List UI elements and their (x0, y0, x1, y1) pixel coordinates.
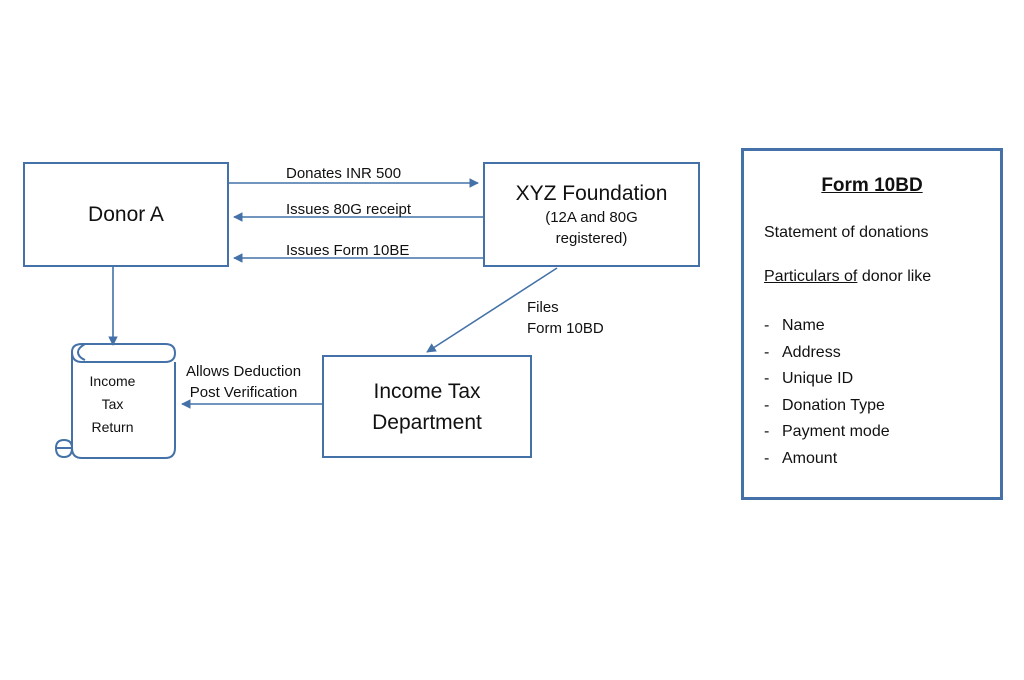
edge-label-donates: Donates INR 500 (286, 165, 402, 182)
list-dash: - (764, 396, 770, 414)
form-10bd-panel: Form 10BD Statement of donations Particu… (741, 148, 1003, 500)
node-income-tax-return-label: Income Tax Return (60, 370, 165, 439)
edge-label-allows-line1: Allows Deduction (186, 363, 302, 380)
edge-label-files-form-10bd: Files Form 10BD (527, 297, 604, 339)
node-xyz-foundation-title: XYZ Foundation (515, 181, 668, 205)
node-income-tax-department-title-line2: Department (372, 410, 482, 434)
list-item-label: Name (782, 317, 825, 334)
node-xyz-foundation-subtitle-line1: (12A and 80G (545, 208, 638, 226)
edge-label-80g-receipt: Issues 80G receipt (286, 201, 412, 218)
list-item: - Donation Type (764, 393, 890, 420)
list-item: - Address (764, 340, 890, 367)
form-10bd-particulars-list: - Name - Address - Unique ID - Donation Type… (764, 313, 890, 472)
list-dash: - (764, 370, 770, 387)
list-item-label: Address (782, 343, 841, 361)
diagram-canvas: Donor A XYZ Foundation (12A and 80G regi… (0, 0, 1024, 680)
list-item-label: Amount (782, 449, 838, 467)
form-10bd-particulars-underlined: Particulars of (764, 268, 858, 285)
node-xyz-foundation-subtitle-line2: registered) (555, 229, 628, 247)
node-income-tax-return[interactable]: Income Tax Return (60, 340, 177, 458)
form-10bd-title: Form 10BD (821, 175, 923, 196)
node-income-tax-department-title-line1: Income Tax (373, 379, 481, 403)
form-10bd-particulars: Particulars of donor like (764, 268, 931, 286)
list-item-label: Unique ID (782, 370, 854, 387)
node-donor-a[interactable]: Donor A (23, 162, 229, 267)
node-income-tax-return-line1: Income (89, 373, 136, 389)
node-income-tax-department[interactable]: Income Tax Department (322, 355, 532, 458)
form-10bd-particulars-rest: donor like (857, 268, 932, 285)
node-income-tax-return-line3: Return (91, 419, 134, 435)
list-item: - Amount (764, 446, 890, 473)
edge-label-allows-deduction: Allows Deduction Post Verification (186, 361, 301, 403)
list-item: - Payment mode (764, 419, 890, 446)
list-item: - Name (764, 313, 890, 340)
edge-label-files-line2: Form 10BD (527, 320, 604, 337)
list-dash: - (764, 423, 770, 440)
list-item: - Unique ID (764, 366, 890, 393)
node-income-tax-return-line2: Tax (101, 396, 124, 412)
form-10bd-statement: Statement of donations (764, 224, 929, 241)
list-item-label: Donation Type (782, 396, 885, 414)
edge-label-form-10be: Issues Form 10BE (286, 242, 410, 259)
node-donor-a-title: Donor A (88, 202, 164, 226)
list-dash: - (764, 317, 770, 334)
edge-label-allows-line2: Post Verification (189, 384, 298, 401)
node-xyz-foundation[interactable]: XYZ Foundation (12A and 80G registered) (483, 162, 700, 267)
edge-label-files-line1: Files (527, 299, 559, 316)
list-item-label: Payment mode (782, 423, 890, 440)
list-dash: - (764, 343, 770, 361)
list-dash: - (764, 449, 770, 467)
